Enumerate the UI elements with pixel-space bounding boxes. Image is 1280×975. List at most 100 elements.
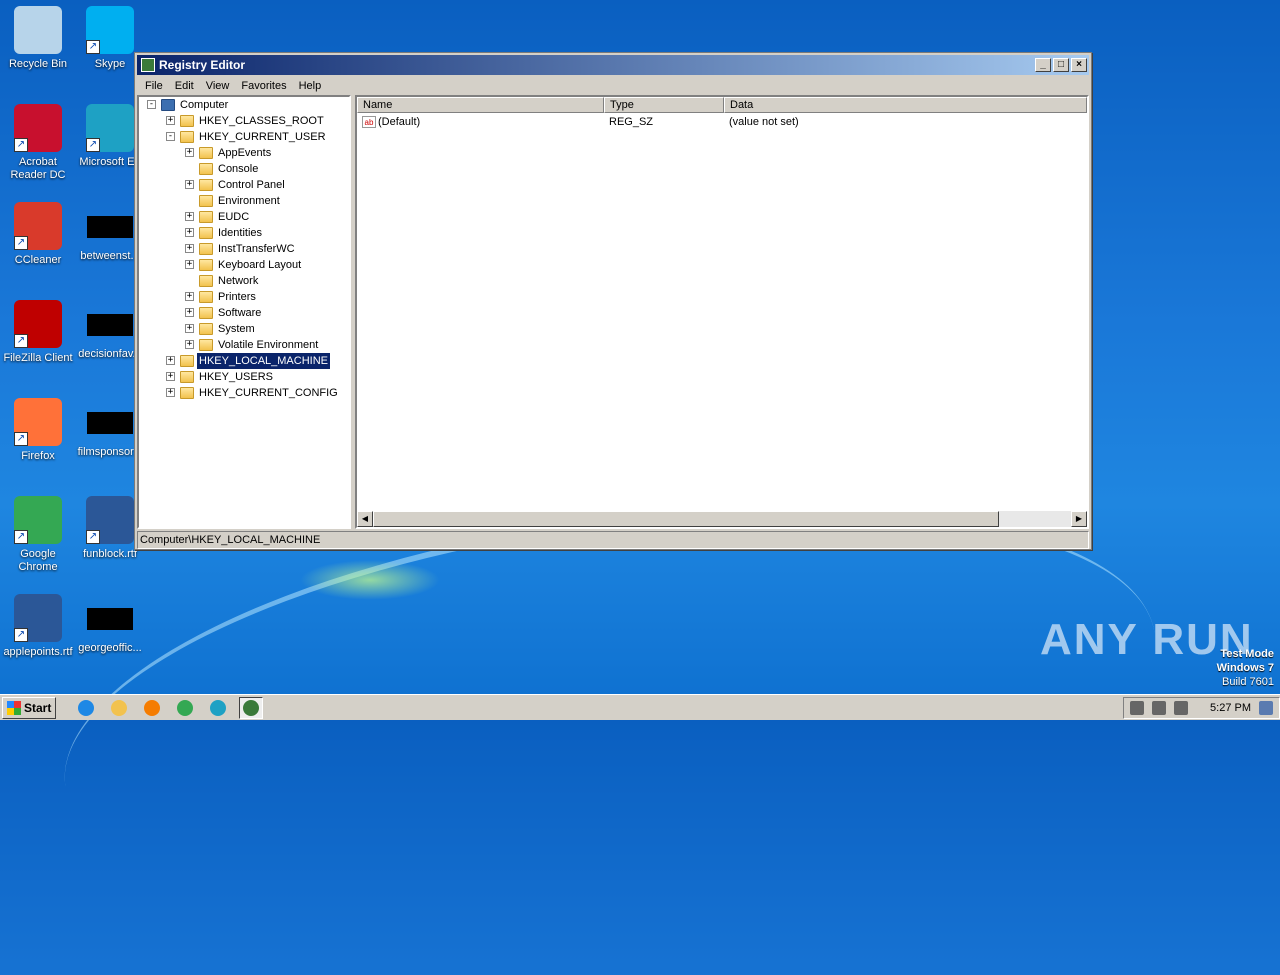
maximize-button[interactable]: □ xyxy=(1053,58,1069,72)
close-button[interactable]: × xyxy=(1071,58,1087,72)
tree-item[interactable]: + EUDC xyxy=(139,209,349,225)
taskbar-button[interactable] xyxy=(173,697,197,719)
taskbar-button[interactable] xyxy=(239,696,264,719)
shortcut-arrow-icon: ↗ xyxy=(14,432,28,446)
media-player-icon xyxy=(144,699,161,716)
menu-edit[interactable]: Edit xyxy=(169,80,200,92)
scroll-right-icon[interactable]: ▶ xyxy=(1071,511,1087,527)
expand-icon[interactable]: + xyxy=(166,388,175,397)
expand-icon[interactable]: + xyxy=(185,260,194,269)
tree-item[interactable]: + Printers xyxy=(139,289,349,305)
scroll-track[interactable] xyxy=(999,511,1071,527)
expand-icon[interactable]: + xyxy=(185,292,194,301)
shortcut-arrow-icon: ↗ xyxy=(14,628,28,642)
desktop-icon[interactable]: georgeoffic... xyxy=(72,594,148,655)
folder-icon xyxy=(180,355,194,367)
minimize-button[interactable]: _ xyxy=(1035,58,1051,72)
desktop-icon[interactable]: ↗ applepoints.rtf xyxy=(0,594,76,659)
column-name[interactable]: Name xyxy=(357,97,604,113)
tree-item[interactable]: Environment xyxy=(139,193,349,209)
column-data[interactable]: Data xyxy=(724,97,1087,113)
regedit-icon xyxy=(141,58,155,72)
taskbar-button[interactable] xyxy=(206,697,230,719)
horizontal-scrollbar[interactable]: ◀ ▶ xyxy=(357,511,1087,527)
desktop-icon[interactable]: ↗ Acrobat Reader DC xyxy=(0,104,76,182)
show-desktop-icon[interactable] xyxy=(1259,700,1273,715)
scroll-thumb[interactable] xyxy=(373,511,999,527)
tree-item[interactable]: Network xyxy=(139,273,349,289)
expand-icon[interactable]: + xyxy=(185,148,194,157)
collapse-icon[interactable]: - xyxy=(147,100,156,109)
tree-item[interactable]: + Keyboard Layout xyxy=(139,257,349,273)
value-name-cell: ab (Default) xyxy=(357,113,604,131)
desktop-icon[interactable]: Recycle Bin xyxy=(0,6,76,71)
menu-help[interactable]: Help xyxy=(293,80,328,92)
tree-item[interactable]: + HKEY_CLASSES_ROOT xyxy=(139,113,349,129)
expand-icon[interactable]: + xyxy=(166,116,175,125)
tree-item[interactable]: - HKEY_CURRENT_USER xyxy=(139,129,349,145)
taskbar-button[interactable] xyxy=(107,697,131,719)
tree-item[interactable]: + AppEvents xyxy=(139,145,349,161)
tree-item[interactable]: Console xyxy=(139,161,349,177)
values-list[interactable]: Name Type Data ab (Default) REG_SZ (value… xyxy=(355,95,1089,529)
edge-icon: ↗ xyxy=(86,104,134,152)
acrobat-icon: ↗ xyxy=(14,104,62,152)
expand-icon[interactable]: + xyxy=(185,340,194,349)
tree-item[interactable]: + Identities xyxy=(139,225,349,241)
expand-icon[interactable]: + xyxy=(185,212,194,221)
tree-item[interactable]: + InstTransferWC xyxy=(139,241,349,257)
tree-item[interactable]: + Software xyxy=(139,305,349,321)
start-button[interactable]: Start xyxy=(2,696,57,719)
menu-favorites[interactable]: Favorites xyxy=(235,80,292,92)
registry-editor-window[interactable]: Registry Editor _ □ × File Edit View Fav… xyxy=(134,52,1092,550)
title-bar[interactable]: Registry Editor _ □ × xyxy=(137,55,1089,75)
expand-icon[interactable]: + xyxy=(185,244,194,253)
table-row[interactable]: ab (Default) REG_SZ (value not set) xyxy=(357,113,1087,131)
folder-icon xyxy=(199,147,213,159)
tree-item[interactable]: + HKEY_CURRENT_CONFIG xyxy=(139,385,349,401)
filezilla-icon: ↗ xyxy=(14,300,62,348)
desktop-icon[interactable]: ↗ FileZilla Client xyxy=(0,300,76,365)
menu-bar: File Edit View Favorites Help xyxy=(135,77,1091,95)
tree-item[interactable]: + System xyxy=(139,321,349,337)
redacted-file-icon xyxy=(87,216,133,238)
tree-item-label: System xyxy=(218,323,255,335)
tree-item[interactable]: - Computer xyxy=(139,97,349,113)
tree-item[interactable]: + HKEY_LOCAL_MACHINE xyxy=(139,352,349,370)
scroll-left-icon[interactable]: ◀ xyxy=(357,511,373,527)
system-tray: 5:27 PM xyxy=(1123,696,1280,719)
tree-item-label: Console xyxy=(218,163,259,175)
tree-item-label: Environment xyxy=(218,195,280,207)
expand-icon[interactable]: + xyxy=(185,308,194,317)
menu-file[interactable]: File xyxy=(139,80,169,92)
expand-icon[interactable]: + xyxy=(185,324,194,333)
panes: - Computer + HKEY_CLASSES_ROOT - HKEY_CURRENT… xyxy=(137,95,1089,529)
tree-item[interactable]: + Control Panel xyxy=(139,177,349,193)
volume-icon[interactable] xyxy=(1130,700,1145,715)
taskbar-button[interactable] xyxy=(140,697,164,719)
desktop-icon[interactable]: ↗ Firefox xyxy=(0,398,76,463)
expand-icon[interactable]: + xyxy=(166,372,175,381)
tree-item-label: HKEY_USERS xyxy=(199,371,273,383)
expand-icon[interactable]: + xyxy=(166,356,175,365)
taskbar: Start 5:27 PM xyxy=(0,694,1280,720)
tree-item[interactable]: + Volatile Environment xyxy=(139,337,349,353)
clock[interactable]: 5:27 PM xyxy=(1210,702,1251,714)
folder-icon xyxy=(180,115,194,127)
redacted-file-icon xyxy=(87,412,133,434)
column-headers: Name Type Data xyxy=(357,97,1087,113)
expand-icon[interactable]: + xyxy=(185,180,194,189)
column-type[interactable]: Type xyxy=(604,97,724,113)
collapse-icon[interactable]: - xyxy=(166,132,175,141)
desktop-icon[interactable]: ↗ Google Chrome xyxy=(0,496,76,574)
key-tree[interactable]: - Computer + HKEY_CLASSES_ROOT - HKEY_CURRENT… xyxy=(137,95,351,529)
tree-item[interactable]: + HKEY_USERS xyxy=(139,369,349,385)
tree-item-label: Printers xyxy=(218,291,256,303)
expand-icon[interactable]: + xyxy=(185,228,194,237)
menu-view[interactable]: View xyxy=(200,80,236,92)
taskbar-button[interactable] xyxy=(74,697,98,719)
action-center-flag-icon[interactable] xyxy=(1174,700,1189,715)
network-icon[interactable] xyxy=(1152,700,1167,715)
desktop-icon[interactable]: ↗ CCleaner xyxy=(0,202,76,267)
folder-icon xyxy=(199,211,213,223)
